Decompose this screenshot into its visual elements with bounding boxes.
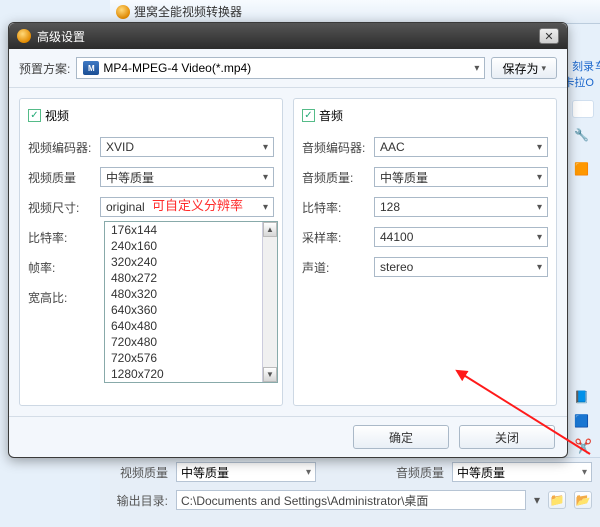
link-karaoke[interactable]: 卡拉O xyxy=(563,76,594,90)
video-quality-combo[interactable]: 中等质量 xyxy=(100,167,274,187)
mp4-format-icon: M xyxy=(83,61,99,75)
dialog-title: 高级设置 xyxy=(37,28,85,45)
audio-channel-label: 声道: xyxy=(302,259,368,276)
audio-checkbox[interactable]: ✓ xyxy=(302,109,315,122)
audio-section-label: 音频 xyxy=(319,107,343,124)
open-folder-icon[interactable]: 📂 xyxy=(574,491,592,509)
save-as-button[interactable]: 保存为 ▾ xyxy=(491,57,557,79)
scroll-up-icon[interactable]: ▲ xyxy=(263,222,277,237)
size-option[interactable]: 640x360 xyxy=(105,302,277,318)
bb-output-label: 输出目录: xyxy=(108,492,168,509)
bb-video-quality-select[interactable]: 中等质量 xyxy=(176,462,316,482)
size-option[interactable]: 640x480 xyxy=(105,318,277,334)
advanced-settings-dialog: 高级设置 ✕ 预置方案: M MP4-MPEG-4 Video(*.mp4) 保… xyxy=(8,22,568,458)
audio-bitrate-label: 比特率: xyxy=(302,199,368,216)
scroll-down-icon[interactable]: ▼ xyxy=(263,367,277,382)
close-icon[interactable]: ✕ xyxy=(539,28,559,44)
video-quality-label: 视频质量 xyxy=(28,169,94,186)
bb-audio-quality-select[interactable]: 中等质量 xyxy=(452,462,592,482)
bg-small-icon-1: 🔧 xyxy=(574,128,598,144)
audio-channel-combo[interactable]: stereo xyxy=(374,257,548,277)
preset-row: 预置方案: M MP4-MPEG-4 Video(*.mp4) 保存为 ▾ xyxy=(9,49,567,88)
size-option[interactable]: 720x576 xyxy=(105,350,277,366)
audio-samplerate-combo[interactable]: 44100 xyxy=(374,227,548,247)
bb-output-path[interactable]: C:\Documents and Settings\Administrator\… xyxy=(176,490,526,510)
chevron-down-icon: ▾ xyxy=(541,63,546,74)
video-section-label: 视频 xyxy=(45,107,69,124)
video-encoder-combo[interactable]: XVID xyxy=(100,137,274,157)
size-option[interactable]: 320x240 xyxy=(105,254,277,270)
bg-window-title: 狸窝全能视频转换器 xyxy=(134,3,242,20)
video-fps-label: 帧率: xyxy=(28,259,94,276)
size-option[interactable]: 176x144 xyxy=(105,222,277,238)
dropdown-icon[interactable]: ▾ xyxy=(534,493,540,507)
preset-combo[interactable]: M MP4-MPEG-4 Video(*.mp4) xyxy=(76,57,485,79)
preset-value: MP4-MPEG-4 Video(*.mp4) xyxy=(103,61,251,75)
video-size-label: 视频尺寸: xyxy=(28,199,94,216)
audio-quality-combo[interactable]: 中等质量 xyxy=(374,167,548,187)
link-record-suffix: 车 xyxy=(595,60,600,74)
dropdown-scrollbar[interactable]: ▲ ▼ xyxy=(262,222,277,382)
size-option[interactable]: 480x272 xyxy=(105,270,277,286)
link-record[interactable]: 刻录 xyxy=(572,60,594,74)
preset-label: 预置方案: xyxy=(19,60,70,77)
bb-video-quality-label: 视频质量 xyxy=(108,464,168,481)
video-checkbox[interactable]: ✓ xyxy=(28,109,41,122)
video-size-combo[interactable]: original xyxy=(100,197,274,217)
video-size-dropdown[interactable]: 176x144 240x160 320x240 480x272 480x320 … xyxy=(104,221,278,383)
size-option[interactable]: 1280x720 xyxy=(105,366,277,382)
bottom-bar: 视频质量 中等质量 音频质量 中等质量 输出目录: C:\Documents a… xyxy=(100,457,600,527)
video-panel: ✓ 视频 视频编码器: XVID 视频质量 中等质量 视频尺寸: origina… xyxy=(19,98,283,406)
dialog-titlebar[interactable]: 高级设置 ✕ xyxy=(9,23,567,49)
video-aspect-label: 宽高比: xyxy=(28,289,94,306)
audio-encoder-label: 音频编码器: xyxy=(302,139,368,156)
settings-gear-icon[interactable]: ✂️ xyxy=(575,438,592,455)
video-encoder-label: 视频编码器: xyxy=(28,139,94,156)
size-option[interactable]: 720x480 xyxy=(105,334,277,350)
video-bitrate-label: 比特率: xyxy=(28,229,94,246)
audio-encoder-combo[interactable]: AAC xyxy=(374,137,548,157)
audio-samplerate-label: 采样率: xyxy=(302,229,368,246)
bg-window-titlebar: 狸窝全能视频转换器 xyxy=(110,0,600,24)
bg-small-icon-2: 🟧 xyxy=(574,162,598,178)
audio-panel: ✓ 音频 音频编码器: AAC 音频质量: 中等质量 比特率: 128 采样率:… xyxy=(293,98,557,406)
app-icon xyxy=(116,5,130,19)
bb-audio-quality-label: 音频质量 xyxy=(384,464,444,481)
size-option[interactable]: 480x320 xyxy=(105,286,277,302)
audio-bitrate-combo[interactable]: 128 xyxy=(374,197,548,217)
bg-small-icon-4: 🟦 xyxy=(574,414,598,430)
bg-format-icon xyxy=(572,100,594,118)
dialog-icon xyxy=(17,29,31,43)
size-option[interactable]: 240x160 xyxy=(105,238,277,254)
browse-folder-icon[interactable]: 📁 xyxy=(548,491,566,509)
close-button[interactable]: 关闭 xyxy=(459,425,555,449)
bg-small-icon-3: 📘 xyxy=(574,390,598,406)
ok-button[interactable]: 确定 xyxy=(353,425,449,449)
audio-quality-label: 音频质量: xyxy=(302,169,368,186)
